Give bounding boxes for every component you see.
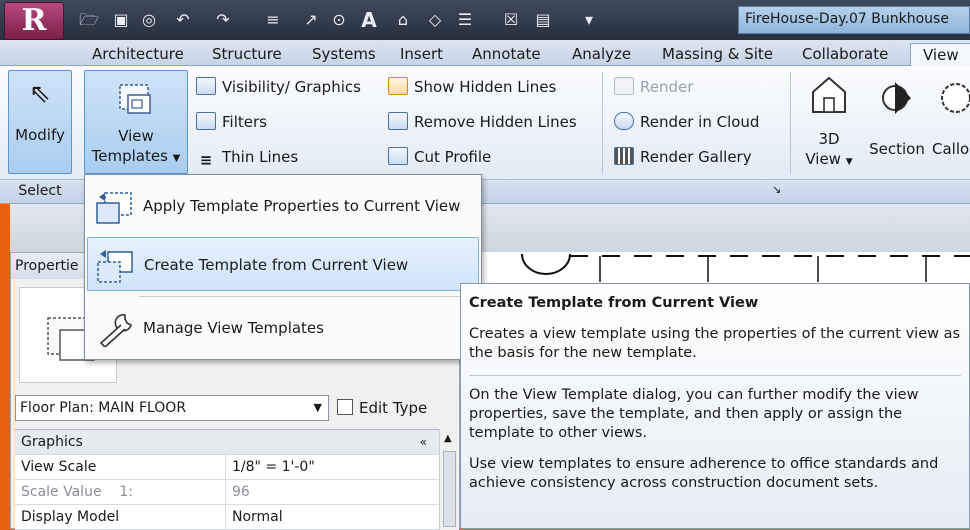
chevron-down-icon: ▼ <box>172 153 181 164</box>
edit-type-icon <box>337 399 353 415</box>
sync-icon[interactable]: ◎ <box>138 9 160 31</box>
show-hidden-lines-icon <box>388 77 408 95</box>
edit-type-button[interactable]: Edit Type <box>337 395 427 421</box>
dimension-icon[interactable]: ↗ <box>300 9 322 31</box>
render-gallery-icon <box>614 147 634 165</box>
measure-icon[interactable]: ≡ <box>262 9 284 31</box>
section-button[interactable]: Section <box>862 74 932 174</box>
render-button[interactable]: Render <box>614 74 693 100</box>
tooltip-description: Creates a view template using the proper… <box>469 326 961 361</box>
undo-icon[interactable]: ↶ <box>172 9 194 31</box>
chevron-down-icon: ▼ <box>313 401 322 414</box>
customize-dropdown-icon[interactable]: ▾ <box>578 9 600 31</box>
text-icon[interactable]: A <box>358 9 380 31</box>
save-icon[interactable]: ▣ <box>110 9 132 31</box>
tab-insert[interactable]: Insert <box>398 43 445 66</box>
ribbon-tab-bar: Architecture Structure Systems Insert An… <box>0 40 970 66</box>
3d-view-button[interactable]: 3D View ▼ <box>800 74 858 174</box>
close-hidden-icon[interactable]: ☒ <box>500 9 522 31</box>
property-row-display-model[interactable]: Display Model Normal <box>15 505 439 530</box>
tooltip-detail-1: On the View Template dialog, you can fur… <box>469 387 919 441</box>
panel-launcher-icon[interactable]: ↘ <box>772 183 781 196</box>
chevron-down-icon: ▼ <box>845 157 853 167</box>
cut-profile-button[interactable]: Cut Profile <box>388 144 491 170</box>
property-row-scale-value: Scale Value 1: 96 <box>15 480 439 505</box>
tooltip-title: Create Template from Current View <box>469 295 759 311</box>
application-menu-button[interactable]: R <box>4 2 64 40</box>
3d-view-label-line1: 3D <box>818 130 840 148</box>
thin-lines-icon[interactable]: ☰ <box>454 9 476 31</box>
tab-analyze[interactable]: Analyze <box>570 43 633 66</box>
cut-profile-icon <box>388 147 408 165</box>
properties-scrollbar[interactable]: ▲ <box>439 429 459 530</box>
menu-item-apply-template[interactable]: Apply Template Properties to Current Vie… <box>87 179 479 233</box>
tooltip: Create Template from Current View Create… <box>460 283 970 529</box>
tab-systems[interactable]: Systems <box>310 43 378 66</box>
render-in-cloud-button[interactable]: Render in Cloud <box>614 109 759 135</box>
view-templates-icon <box>119 84 151 114</box>
modify-label: Modify <box>15 126 65 144</box>
apply-template-icon <box>96 192 132 224</box>
tab-collaborate[interactable]: Collaborate <box>800 43 890 66</box>
filters-icon <box>196 112 216 130</box>
callout-icon <box>941 83 970 113</box>
properties-grid: Graphics « View Scale 1/8" = 1'-0" Scale… <box>15 429 439 530</box>
properties-group-header[interactable]: Graphics « <box>15 430 439 455</box>
thin-lines-button[interactable]: ≡ Thin Lines <box>196 144 298 170</box>
view-templates-menu: Apply Template Properties to Current Vie… <box>84 174 482 360</box>
thin-lines-toggle-icon: ≡ <box>199 151 213 169</box>
tab-architecture[interactable]: Architecture <box>90 43 186 66</box>
remove-hidden-lines-button[interactable]: Remove Hidden Lines <box>388 109 577 135</box>
section-marker-icon <box>882 82 911 114</box>
scrollbar-thumb[interactable] <box>443 451 456 527</box>
house-icon <box>812 76 846 113</box>
cursor-arrow-icon: ⇖ <box>29 79 51 109</box>
tab-view[interactable]: View <box>910 43 970 66</box>
menu-separator <box>139 296 477 297</box>
tooltip-detail-2: Use view templates to ensure adherence t… <box>469 456 939 491</box>
teapot-icon <box>614 77 634 95</box>
select-panel-label[interactable]: Select <box>8 180 72 202</box>
filters-button[interactable]: Filters <box>196 109 267 135</box>
ribbon-separator <box>790 72 791 174</box>
visibility-graphics-icon <box>196 77 216 95</box>
visibility-graphics-button[interactable]: Visibility/ Graphics <box>196 74 361 100</box>
render-gallery-button[interactable]: Render Gallery <box>614 144 752 170</box>
menu-item-create-template[interactable]: Create Template from Current View <box>87 237 479 291</box>
modify-button[interactable]: ⇖ Modify <box>8 70 72 174</box>
type-selector-dropdown[interactable]: Floor Plan: MAIN FLOOR ▼ <box>15 395 329 421</box>
create-template-icon <box>97 250 133 283</box>
collapse-icon[interactable]: « <box>420 430 427 454</box>
scroll-up-icon[interactable]: ▲ <box>444 433 452 444</box>
open-icon[interactable]: 🗁 <box>78 9 100 31</box>
section-icon[interactable]: ◇ <box>424 9 446 31</box>
ribbon-panel: ⇖ Modify View Templates ▼ Visibility/ Gr… <box>0 66 970 180</box>
3d-view-label-line2: View ▼ <box>805 150 853 168</box>
redo-icon[interactable]: ↷ <box>212 9 234 31</box>
cloud-icon <box>614 112 634 130</box>
view-templates-label-line2: Templates ▼ <box>91 147 181 165</box>
default-3d-icon[interactable]: ⌂ <box>392 9 414 31</box>
remove-hidden-lines-icon <box>388 112 408 130</box>
tab-annotate[interactable]: Annotate <box>470 43 543 66</box>
quick-access-toolbar: R 🗁 ▣ ◎ ↶ ↷ ≡ ↗ ⊙ A ⌂ ◇ ☰ ☒ ▤ ▾ FireHous… <box>0 0 970 40</box>
property-row-view-scale[interactable]: View Scale 1/8" = 1'-0" <box>15 455 439 480</box>
view-templates-button[interactable]: View Templates ▼ <box>84 70 188 174</box>
window-title: FireHouse-Day.07 Bunkhouse <box>738 6 970 34</box>
tab-massing-site[interactable]: Massing & Site <box>660 43 775 66</box>
view-templates-label-line1: View <box>118 127 154 145</box>
tag-icon[interactable]: ⊙ <box>328 9 350 31</box>
show-hidden-lines-button[interactable]: Show Hidden Lines <box>388 74 556 100</box>
tab-structure[interactable]: Structure <box>210 43 284 66</box>
section-label: Section <box>869 140 925 158</box>
menu-item-manage-templates[interactable]: Manage View Templates <box>87 301 479 355</box>
wrench-icon <box>99 314 132 347</box>
callout-button[interactable]: Callo <box>932 74 970 174</box>
switch-windows-icon[interactable]: ▤ <box>532 9 554 31</box>
ribbon-separator <box>602 72 603 174</box>
tooltip-separator <box>469 375 961 376</box>
callout-label: Callo <box>932 140 970 158</box>
